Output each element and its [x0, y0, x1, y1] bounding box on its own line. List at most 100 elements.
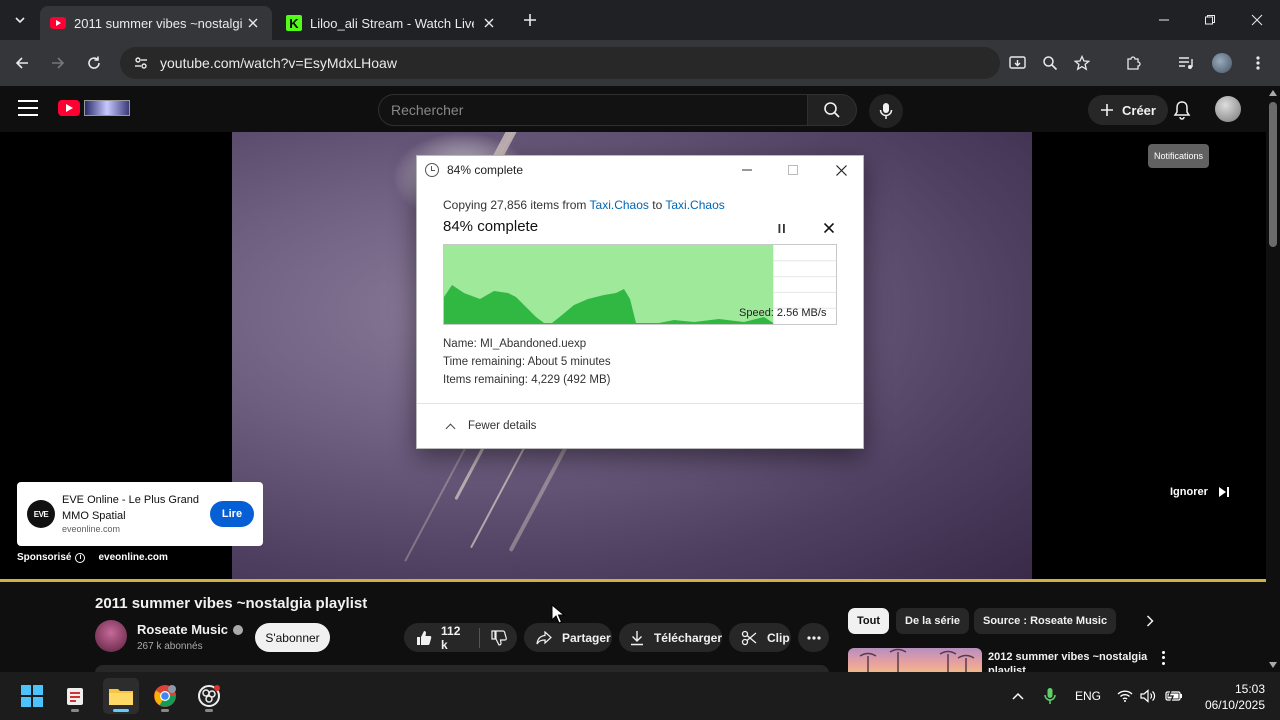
wifi-tray-button[interactable]: [1115, 684, 1135, 708]
battery-tray-button[interactable]: [1163, 684, 1185, 708]
browser-menu-button[interactable]: [1246, 51, 1270, 75]
close-icon: [1251, 14, 1263, 26]
file-name-line: Name: MI_Abandoned.uexp: [443, 338, 587, 350]
destination-folder-link[interactable]: Taxi.Chaos: [665, 198, 724, 212]
start-button[interactable]: [14, 678, 50, 714]
chips-next-button[interactable]: [1141, 612, 1159, 630]
tab-search-button[interactable]: [8, 8, 32, 32]
arrow-right-icon: [52, 57, 65, 69]
profile-button[interactable]: [1210, 51, 1234, 75]
pause-icon: [778, 223, 785, 233]
channel-name[interactable]: Roseate Music: [137, 622, 244, 637]
skip-label: Ignorer: [1170, 486, 1208, 498]
notifications-tooltip: Notifications: [1148, 144, 1210, 168]
cast-button[interactable]: [1006, 51, 1030, 75]
verified-icon: [233, 624, 244, 635]
back-button[interactable]: [10, 51, 34, 75]
close-window-button[interactable]: [1245, 8, 1269, 32]
subscriber-count: 267 k abonnés: [137, 641, 203, 652]
time-remaining-line: Time remaining: About 5 minutes: [443, 356, 611, 368]
chip-source[interactable]: Source : Roseate Music: [974, 608, 1117, 634]
like-separator: [479, 627, 480, 648]
source-folder-link[interactable]: Taxi.Chaos: [590, 198, 649, 212]
dialog-close-button[interactable]: [831, 161, 851, 179]
create-button[interactable]: Créer: [1088, 95, 1168, 125]
dialog-maximize-button[interactable]: [783, 161, 803, 179]
show-hidden-icons-button[interactable]: [1008, 684, 1028, 708]
search-input[interactable]: Rechercher: [378, 94, 808, 126]
media-control-button[interactable]: [1174, 51, 1198, 75]
dialog-title-bar: 84% complete: [425, 161, 523, 179]
fewer-details-button[interactable]: Fewer details: [445, 420, 537, 433]
address-bar[interactable]: youtube.com/watch?v=EsyMdxLHoaw: [120, 47, 1000, 79]
scroll-down-arrow[interactable]: [1269, 662, 1277, 668]
more-actions-button[interactable]: [798, 623, 829, 652]
copy-text-mid: to: [648, 198, 666, 212]
taskbar-app-file-explorer[interactable]: [103, 678, 139, 714]
recommendation-menu-button[interactable]: [1156, 650, 1170, 666]
subscribe-button[interactable]: S'abonner: [255, 623, 330, 652]
like-button[interactable]: [414, 628, 433, 648]
site-info-icon[interactable]: [126, 55, 156, 71]
forward-button[interactable]: [46, 51, 70, 75]
taskbar-app-chrome[interactable]: [147, 678, 183, 714]
info-icon[interactable]: i: [75, 552, 86, 563]
microphone-tray-button[interactable]: [1040, 684, 1060, 708]
zoom-button[interactable]: [1038, 51, 1062, 75]
dialog-minimize-button[interactable]: [737, 161, 757, 179]
browser-toolbar: youtube.com/watch?v=EsyMdxLHoaw: [0, 40, 1280, 86]
chip-series[interactable]: De la série: [896, 608, 970, 634]
chip-all[interactable]: Tout: [848, 608, 890, 634]
recommendation-thumbnail[interactable]: [848, 648, 982, 672]
cancel-copy-button[interactable]: [821, 220, 837, 236]
search-button[interactable]: [807, 94, 857, 126]
restore-button[interactable]: [1198, 8, 1222, 32]
menu-button[interactable]: [18, 100, 38, 116]
copy-summary: Copying 27,856 items from Taxi.Chaos to …: [443, 198, 725, 212]
ad-play-button[interactable]: Lire: [210, 501, 254, 527]
mouse-cursor-icon: [551, 604, 565, 624]
sponsor-domain[interactable]: eveonline.com: [98, 552, 167, 563]
video-progress-bar[interactable]: [0, 579, 1266, 582]
recommendation-title[interactable]: 2012 summer vibes ~nostalgia playlist: [988, 650, 1148, 672]
wifi-icon: [1117, 690, 1133, 702]
account-avatar[interactable]: [1215, 96, 1241, 122]
channel-avatar[interactable]: [95, 620, 127, 652]
volume-tray-button[interactable]: [1138, 684, 1158, 708]
extensions-button[interactable]: [1121, 51, 1145, 75]
voice-search-button[interactable]: [869, 94, 903, 128]
taskbar-app-snipping[interactable]: [57, 678, 93, 714]
page-scrollbar[interactable]: [1266, 86, 1280, 672]
items-remaining-line: Items remaining: 4,229 (492 MB): [443, 374, 611, 386]
download-button[interactable]: Télécharger: [619, 623, 722, 652]
notifications-button[interactable]: [1170, 98, 1194, 122]
skip-ad-button[interactable]: Ignorer: [1170, 482, 1230, 502]
ad-card[interactable]: EVE EVE Online - Le Plus Grand MMO Spati…: [17, 482, 263, 546]
tab-kick[interactable]: K Liloo_ali Stream - Watch Live on: [276, 6, 508, 40]
reload-button[interactable]: [82, 51, 106, 75]
close-tab-button[interactable]: [480, 14, 498, 32]
browser-tab-bar: 2011 summer vibes ~nostalgia K Liloo_ali…: [0, 0, 1280, 40]
tab-youtube[interactable]: 2011 summer vibes ~nostalgia: [40, 6, 272, 40]
new-tab-button[interactable]: [520, 10, 540, 30]
minimize-button[interactable]: [1152, 8, 1176, 32]
youtube-doodle[interactable]: [84, 100, 130, 116]
ad-title[interactable]: EVE Online - Le Plus Grand MMO Spatial: [62, 492, 202, 524]
bookmark-button[interactable]: [1070, 51, 1094, 75]
pause-button[interactable]: [775, 220, 789, 236]
close-tab-button[interactable]: [244, 14, 262, 32]
clock-date: 06/10/2025: [1204, 698, 1265, 712]
clip-label: Clip: [767, 630, 790, 645]
youtube-logo[interactable]: [58, 100, 80, 116]
dislike-button[interactable]: [490, 628, 509, 648]
language-indicator[interactable]: ENG: [1070, 684, 1106, 708]
taskbar-clock[interactable]: 15:03 06/10/2025: [1195, 681, 1265, 713]
battery-charging-icon: [1165, 690, 1182, 702]
taskbar-app-obs[interactable]: [191, 678, 227, 714]
scroll-thumb[interactable]: [1269, 102, 1277, 247]
share-button[interactable]: Partager: [524, 623, 612, 652]
clip-button[interactable]: Clip: [729, 623, 791, 652]
fewer-details-label: Fewer details: [468, 420, 537, 432]
download-label: Télécharger: [653, 630, 722, 645]
scroll-up-arrow[interactable]: [1269, 90, 1277, 96]
